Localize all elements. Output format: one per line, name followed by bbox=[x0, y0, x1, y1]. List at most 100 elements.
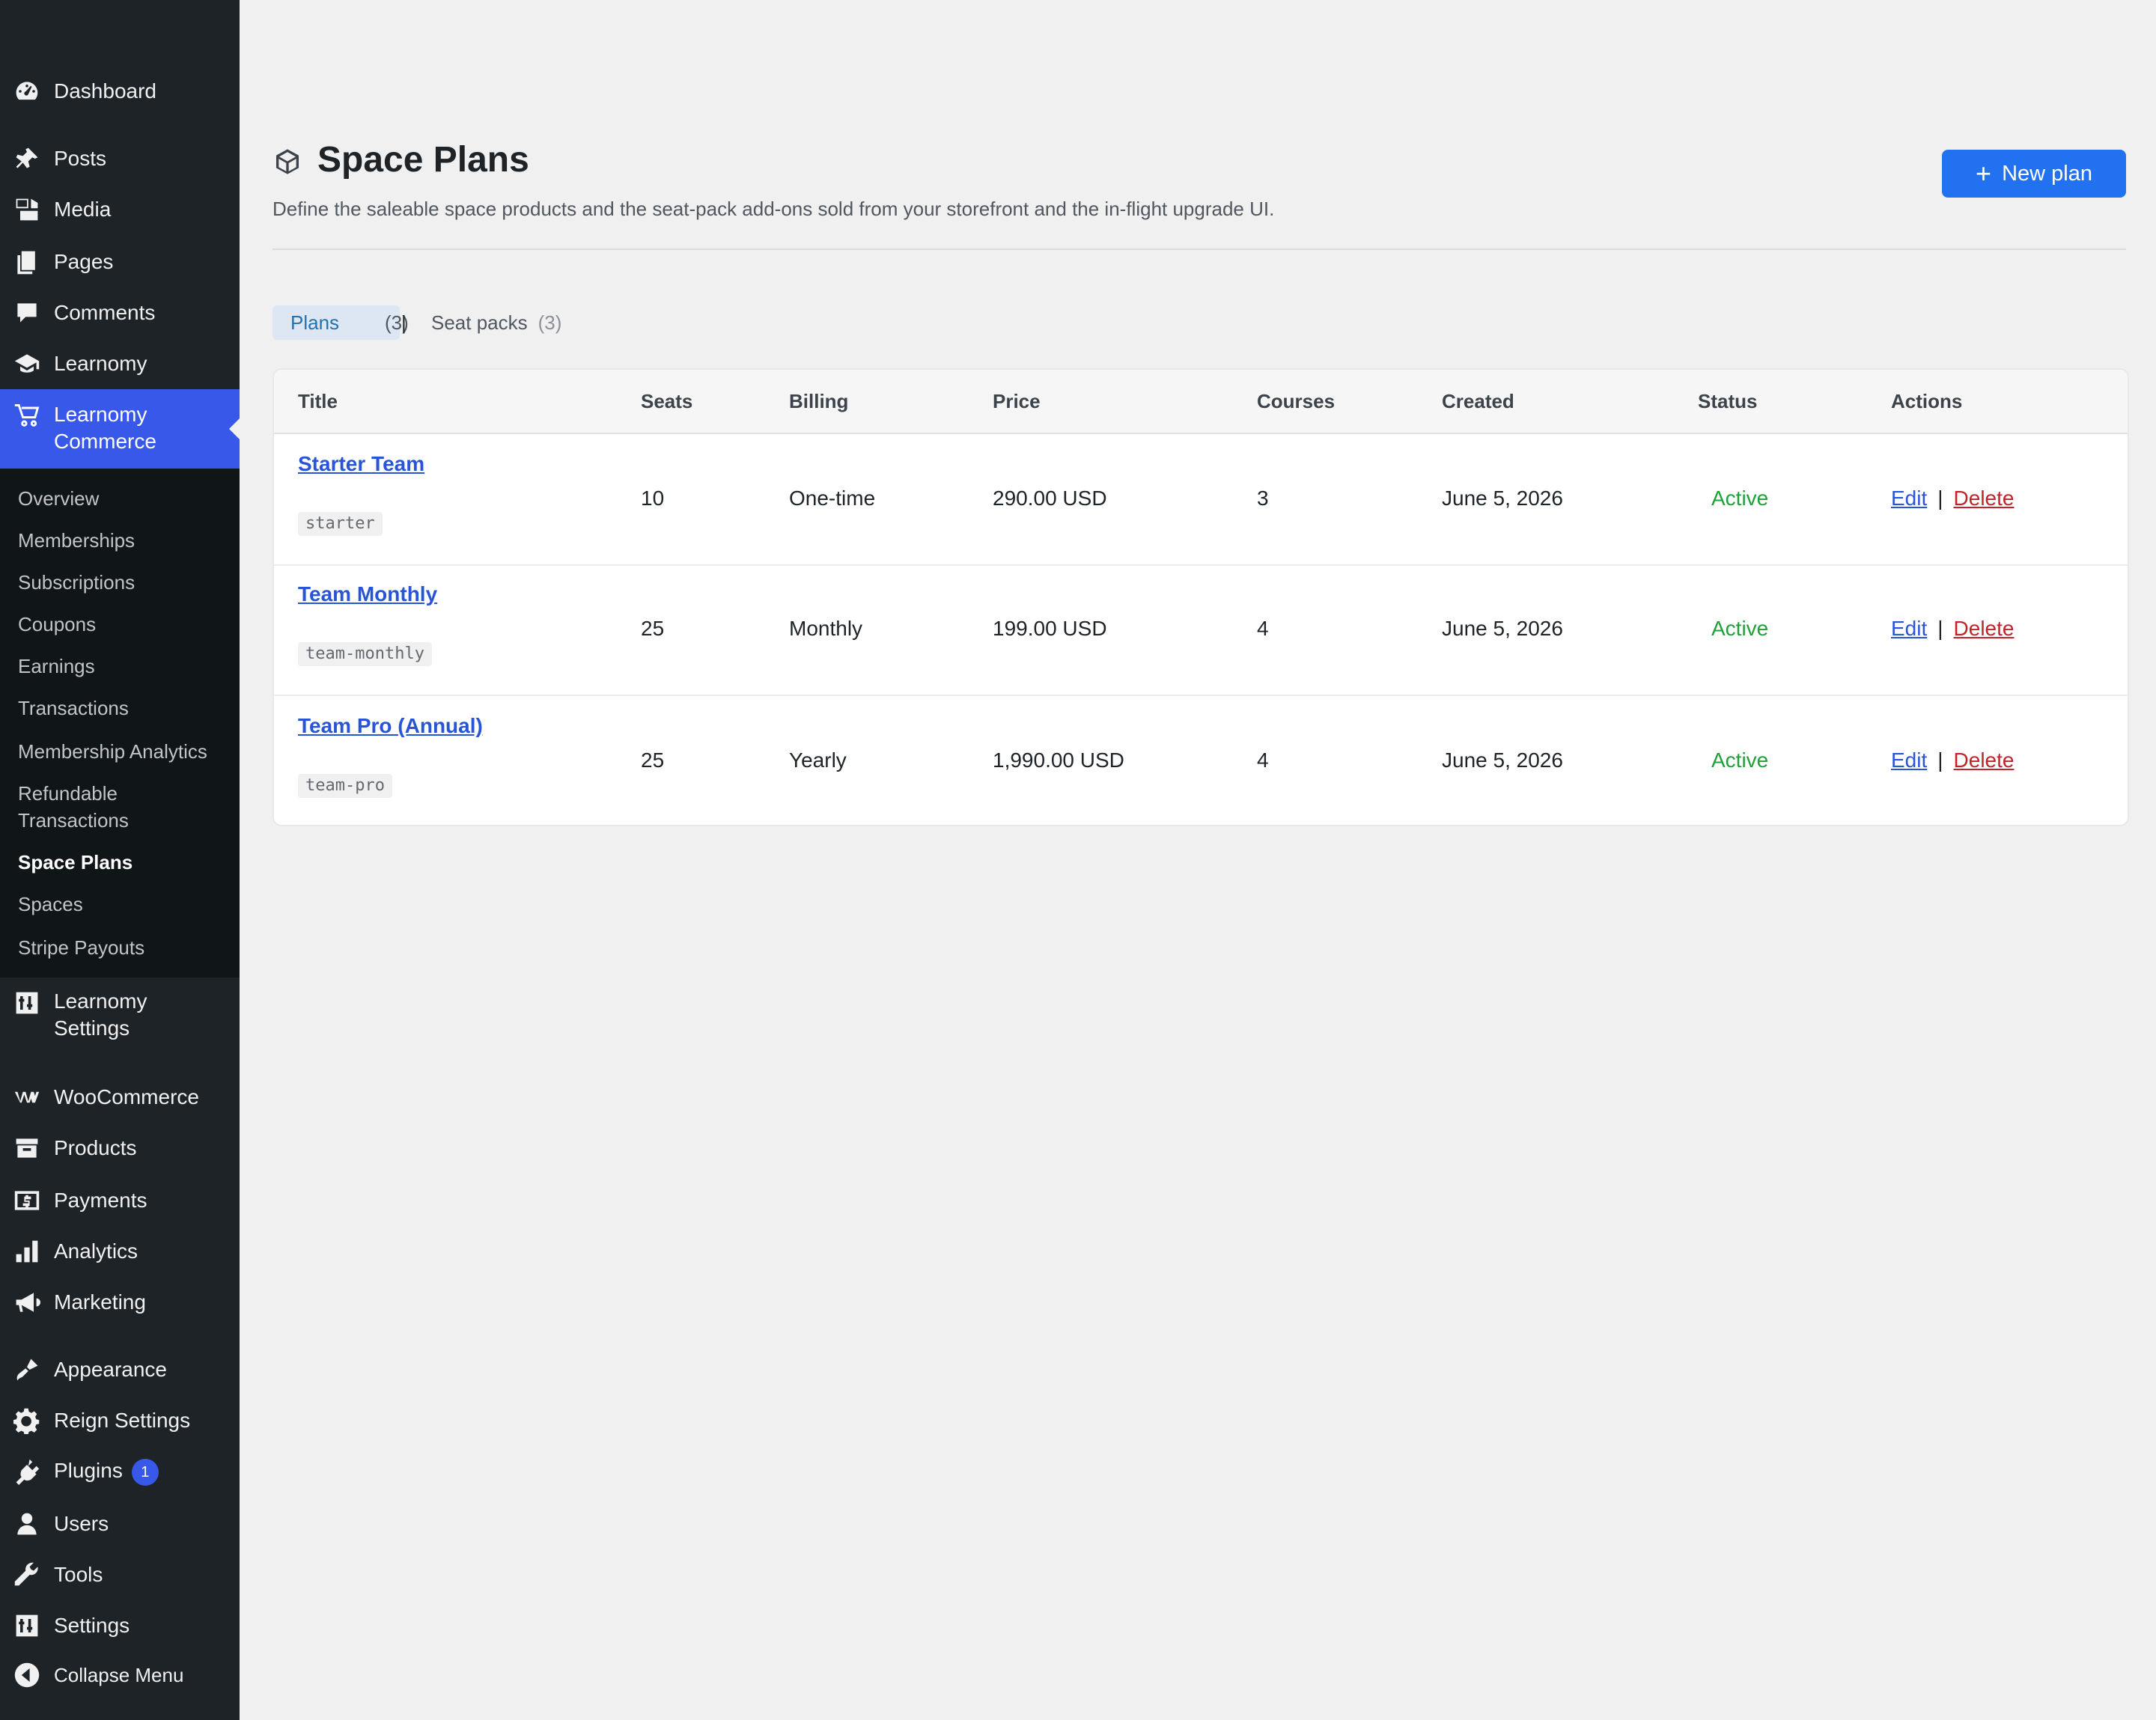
menu-label: Dashboard bbox=[54, 79, 156, 103]
plan-slug: team-monthly bbox=[298, 642, 432, 666]
price-value: 290.00 USD bbox=[993, 487, 1107, 510]
menu-item-media[interactable]: Media bbox=[0, 196, 240, 223]
menu-item-tools[interactable]: Tools bbox=[0, 1561, 240, 1588]
submenu-item-memberships[interactable]: Memberships bbox=[18, 527, 135, 554]
menu-item-learnomy-commerce[interactable]: Learnomy Commerce bbox=[0, 389, 240, 469]
status-badge: Active bbox=[1711, 487, 1769, 510]
submenu-item-refundable-transactions-line1[interactable]: Refundable bbox=[18, 780, 118, 807]
tab-label: Plans bbox=[290, 311, 340, 334]
column-header-actions: Actions bbox=[1891, 390, 1963, 412]
menu-item-payments[interactable]: Payments bbox=[0, 1187, 240, 1214]
submenu-item-refundable-transactions-line2[interactable]: Transactions bbox=[18, 807, 129, 834]
plan-title-link[interactable]: Starter Team bbox=[298, 452, 424, 475]
menu-label: Collapse Menu bbox=[54, 1664, 184, 1686]
page-description: Define the saleable space products and t… bbox=[272, 198, 1275, 220]
submenu-item-coupons[interactable]: Coupons bbox=[18, 611, 96, 638]
menu-label: Marketing bbox=[54, 1290, 146, 1314]
menu-item-marketing[interactable]: Marketing bbox=[0, 1289, 240, 1316]
tab-plans[interactable]: Plans (3) bbox=[272, 305, 409, 340]
menu-item-pages[interactable]: Pages bbox=[0, 248, 240, 275]
menu-item-analytics[interactable]: Analytics bbox=[0, 1238, 240, 1265]
column-header-created[interactable]: Created bbox=[1442, 370, 1514, 433]
brush-icon bbox=[12, 1355, 42, 1385]
menu-item-users[interactable]: Users bbox=[0, 1510, 240, 1537]
delete-link[interactable]: Delete bbox=[1954, 748, 2015, 772]
plan-title-link[interactable]: Team Monthly bbox=[298, 582, 437, 606]
box-icon bbox=[276, 149, 299, 174]
menu-item-learnomy[interactable]: Learnomy bbox=[0, 350, 240, 377]
menu-label: Pages bbox=[54, 250, 114, 273]
submenu-item-transactions[interactable]: Transactions bbox=[18, 695, 129, 722]
tab-seat-packs[interactable]: Seat packs (3) bbox=[431, 305, 561, 340]
plan-title-link[interactable]: Team Pro (Annual) bbox=[298, 714, 483, 737]
dashboard-icon bbox=[12, 76, 42, 106]
graduation-cap-icon bbox=[12, 349, 42, 379]
submenu-item-overview[interactable]: Overview bbox=[18, 485, 99, 512]
header-divider bbox=[272, 248, 2126, 250]
sliders-icon bbox=[12, 1611, 42, 1641]
submenu-item-membership-analytics[interactable]: Membership Analytics bbox=[18, 738, 207, 765]
new-plan-label: New plan bbox=[2002, 161, 2092, 186]
media-icon bbox=[12, 195, 42, 225]
action-separator: | bbox=[1937, 617, 1943, 640]
price-value: 1,990.00 USD bbox=[993, 748, 1124, 772]
main-content: Space Plans Define the saleable space pr… bbox=[240, 0, 2156, 1720]
billing-value: Monthly bbox=[789, 617, 863, 640]
courses-value: 3 bbox=[1257, 487, 1269, 510]
menu-label-line1: Learnomy bbox=[54, 403, 147, 426]
menu-label: Appearance bbox=[54, 1358, 168, 1381]
tab-count: (3) bbox=[538, 311, 562, 334]
menu-item-products[interactable]: Products bbox=[0, 1135, 240, 1162]
action-separator: | bbox=[1937, 487, 1943, 510]
new-plan-button[interactable]: + New plan bbox=[1942, 150, 2126, 198]
plugins-label: Plugins bbox=[54, 1459, 123, 1483]
menu-item-comments[interactable]: Comments bbox=[0, 299, 240, 326]
edit-link[interactable]: Edit bbox=[1891, 487, 1927, 510]
column-header-courses[interactable]: Courses bbox=[1257, 370, 1335, 433]
submenu-item-stripe-payouts[interactable]: Stripe Payouts bbox=[18, 934, 144, 961]
submenu-item-space-plans[interactable]: Space Plans bbox=[18, 849, 133, 876]
edit-link[interactable]: Edit bbox=[1891, 748, 1927, 772]
menu-item-woocommerce[interactable]: WooCommerce bbox=[0, 1084, 240, 1111]
column-header-seats[interactable]: Seats bbox=[641, 370, 692, 433]
created-value: June 5, 2026 bbox=[1442, 617, 1563, 640]
menu-label: Users bbox=[54, 1512, 109, 1535]
menu-item-plugins[interactable]: Plugins 1 bbox=[0, 1458, 240, 1486]
submenu-item-spaces[interactable]: Spaces bbox=[18, 891, 83, 918]
cart-icon bbox=[12, 400, 42, 430]
table-row: Team Pro (Annual) team-pro 25 Yearly 1,9… bbox=[274, 695, 2128, 825]
wrench-icon bbox=[12, 1560, 42, 1590]
status-badge: Active bbox=[1711, 617, 1769, 640]
active-indicator bbox=[229, 418, 240, 439]
menu-label-line2: Settings bbox=[54, 1016, 130, 1040]
menu-item-posts[interactable]: Posts bbox=[0, 145, 240, 172]
column-header-price[interactable]: Price bbox=[993, 370, 1041, 433]
menu-label-line2: Commerce bbox=[54, 430, 156, 453]
megaphone-icon bbox=[12, 1287, 42, 1317]
pin-icon bbox=[12, 144, 42, 174]
submenu-item-earnings[interactable]: Earnings bbox=[18, 653, 95, 680]
menu-label: Settings bbox=[54, 1614, 130, 1637]
gear-icon bbox=[12, 1406, 42, 1436]
column-header-title[interactable]: Title bbox=[298, 370, 338, 433]
menu-item-reign-settings[interactable]: Reign Settings bbox=[0, 1407, 240, 1434]
page-title: Space Plans bbox=[317, 140, 529, 180]
collapse-menu-button[interactable]: Collapse Menu bbox=[0, 1662, 240, 1689]
menu-item-learnomy-settings[interactable]: Learnomy Settings bbox=[0, 988, 240, 1045]
menu-label: Payments bbox=[54, 1189, 147, 1212]
menu-item-settings[interactable]: Settings bbox=[0, 1612, 240, 1639]
delete-link[interactable]: Delete bbox=[1954, 487, 2015, 510]
seats-value: 25 bbox=[641, 617, 665, 640]
menu-item-appearance[interactable]: Appearance bbox=[0, 1356, 240, 1383]
menu-label: Comments bbox=[54, 301, 156, 324]
edit-link[interactable]: Edit bbox=[1891, 617, 1927, 640]
column-header-billing[interactable]: Billing bbox=[789, 370, 848, 433]
submenu-item-subscriptions[interactable]: Subscriptions bbox=[18, 569, 135, 596]
plan-slug: team-pro bbox=[298, 774, 392, 798]
delete-link[interactable]: Delete bbox=[1954, 617, 2015, 640]
menu-label: Reign Settings bbox=[54, 1409, 191, 1432]
menu-item-dashboard[interactable]: Dashboard bbox=[0, 78, 240, 105]
table-row: Team Monthly team-monthly 25 Monthly 199… bbox=[274, 564, 2128, 696]
column-header-status[interactable]: Status bbox=[1698, 370, 1757, 433]
created-value: June 5, 2026 bbox=[1442, 748, 1563, 772]
